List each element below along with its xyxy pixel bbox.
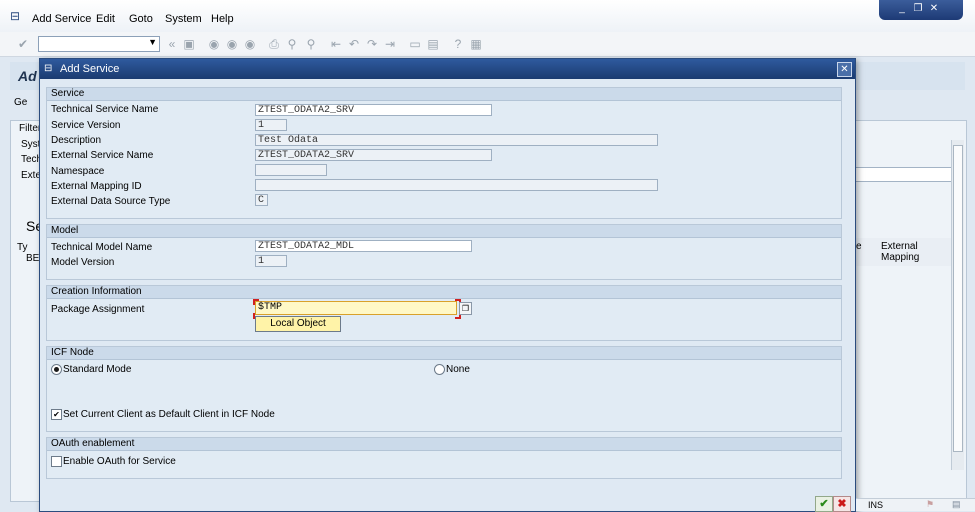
enable-oauth-checkbox[interactable] (51, 456, 62, 467)
menu-bar: ⊟ Add Service Edit Goto System Help (0, 0, 975, 33)
help-icon[interactable]: ? (451, 37, 465, 51)
package-assignment-field[interactable]: $TMP (255, 301, 457, 315)
model-version-field: 1 (255, 255, 287, 267)
external-data-source-type-label: External Data Source Type (51, 196, 171, 207)
background-goto-button[interactable]: Ge (14, 97, 27, 108)
find-next-icon[interactable]: ⚲ (304, 37, 318, 51)
background-col-e: e (856, 241, 862, 252)
background-column-header: e External Mapping (855, 238, 952, 266)
next-page-icon[interactable]: ↷ (365, 37, 379, 51)
background-be-label: BE (26, 253, 40, 264)
background-filter-label: Filter (19, 123, 42, 134)
service-version-field: 1 (255, 119, 287, 131)
service-group: Service Technical Service Name ZTEST_ODA… (46, 87, 842, 219)
technical-model-name-field[interactable]: ZTEST_ODATA2_MDL (255, 240, 472, 252)
minimize-icon[interactable]: _ (895, 3, 909, 15)
menu-icon[interactable]: ⊟ (10, 9, 20, 23)
layout-icon[interactable]: ▦ (469, 37, 483, 51)
background-input[interactable] (855, 167, 953, 182)
background-title: Ad (18, 68, 37, 84)
menu-edit[interactable]: Edit (96, 13, 115, 25)
cancel-icon[interactable]: ◉ (243, 37, 257, 51)
none-label: None (446, 364, 470, 375)
oauth-enablement-group-header: OAuth enablement (47, 438, 841, 451)
standard-mode-radio[interactable] (51, 364, 62, 375)
print-icon[interactable]: ⎙ (267, 37, 281, 51)
external-mapping-id-field (255, 179, 658, 191)
first-page-icon[interactable]: ⇤ (329, 37, 343, 51)
status-bar: INS ⚑ ▤ (856, 498, 975, 511)
none-radio[interactable] (434, 364, 445, 375)
exit-icon[interactable]: ◉ (225, 37, 239, 51)
status-lock-icon: ⚑ (926, 499, 935, 509)
technical-model-name-label: Technical Model Name (51, 242, 153, 253)
background-ty-label: Ty (17, 242, 28, 253)
default-client-checkbox[interactable]: ✔ (51, 409, 62, 420)
background-col-external-mapping: External Mapping (881, 241, 920, 263)
background-sys-label: Syst (21, 139, 41, 150)
enable-oauth-label: Enable OAuth for Service (63, 456, 176, 467)
status-printer-icon: ▤ (952, 499, 961, 509)
add-service-dialog: ⊟ Add Service ✕ Service Technical Servic… (39, 58, 856, 512)
chevron-down-icon[interactable]: ▼ (148, 37, 157, 47)
dialog-title: Add Service (60, 63, 120, 75)
menu-goto[interactable]: Goto (129, 13, 153, 25)
dialog-close-icon[interactable]: ✕ (837, 62, 852, 77)
icf-node-group: ICF Node Standard Mode None ✔ Set Curren… (46, 346, 842, 432)
background-scroll-thumb[interactable] (953, 145, 963, 452)
menu-help[interactable]: Help (211, 13, 234, 25)
default-client-label: Set Current Client as Default Client in … (63, 409, 275, 420)
technical-service-name-field[interactable]: ZTEST_ODATA2_SRV (255, 104, 492, 116)
menu-add-service[interactable]: Add Service (32, 13, 91, 25)
background-ext-label: Exte (21, 170, 42, 181)
required-marker-top-left (253, 299, 259, 305)
restore-icon[interactable]: ❐ (911, 3, 925, 15)
local-object-suggestion[interactable]: Local Object (255, 316, 341, 332)
package-assignment-label: Package Assignment (51, 304, 145, 315)
menu-system[interactable]: System (165, 13, 202, 25)
status-mode: INS (868, 500, 884, 510)
creation-information-group-header: Creation Information (47, 286, 841, 299)
window-controls: _ ❐ ✕ (879, 0, 963, 20)
oauth-enablement-group: OAuth enablement Enable OAuth for Servic… (46, 437, 842, 479)
description-field: Test Odata (255, 134, 658, 146)
dialog-title-bar: ⊟ Add Service ✕ (40, 59, 855, 79)
external-service-name-label: External Service Name (51, 150, 154, 161)
last-page-icon[interactable]: ⇥ (383, 37, 397, 51)
technical-service-name-label: Technical Service Name (51, 104, 159, 115)
standard-mode-label: Standard Mode (63, 364, 132, 375)
description-label: Description (51, 135, 102, 146)
external-service-name-field: ZTEST_ODATA2_SRV (255, 149, 492, 161)
find-icon[interactable]: ⚲ (285, 37, 299, 51)
shortcut-icon[interactable]: ▤ (426, 37, 440, 51)
value-help-icon[interactable]: ❐ (459, 302, 472, 315)
external-data-source-type-field: C (255, 194, 268, 206)
enter-check-icon[interactable]: ✔ (16, 37, 30, 51)
dialog-menu-icon[interactable]: ⊟ (44, 63, 55, 74)
back-icon[interactable]: ◉ (207, 37, 221, 51)
namespace-label: Namespace (51, 166, 105, 177)
close-window-icon[interactable]: ✕ (927, 3, 941, 15)
new-session-icon[interactable]: ▭ (408, 37, 422, 51)
previous-page-icon[interactable]: ↶ (347, 37, 361, 51)
external-mapping-id-label: External Mapping ID (51, 181, 142, 192)
namespace-field (255, 164, 327, 176)
icf-node-group-header: ICF Node (47, 347, 841, 360)
service-group-header: Service (47, 88, 841, 101)
model-group-header: Model (47, 225, 841, 238)
back-double-icon[interactable]: « (165, 37, 179, 51)
model-group: Model Technical Model Name ZTEST_ODATA2_… (46, 224, 842, 280)
save-icon[interactable]: ▣ (182, 37, 196, 51)
service-version-label: Service Version (51, 120, 121, 131)
model-version-label: Model Version (51, 257, 115, 268)
command-field[interactable]: ▼ (38, 36, 160, 52)
